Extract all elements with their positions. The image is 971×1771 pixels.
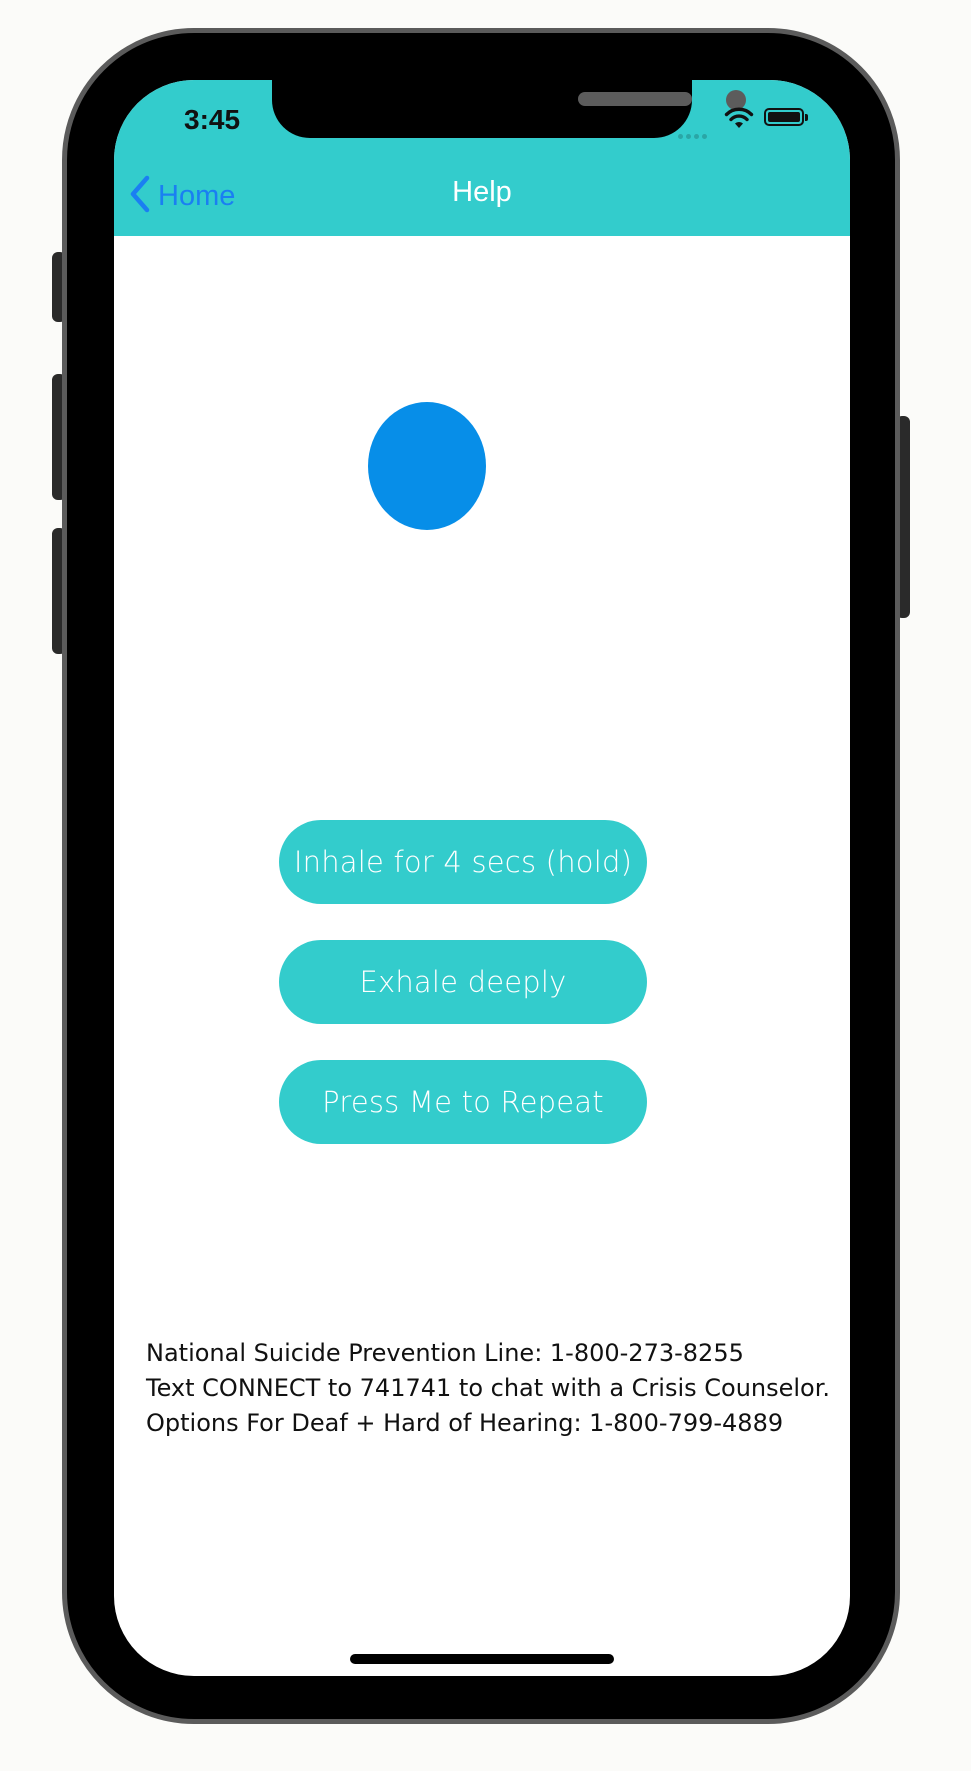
wifi-icon xyxy=(724,106,754,134)
helpline-info: National Suicide Prevention Line: 1-800-… xyxy=(146,1336,836,1441)
deaf-hearing-line: Options For Deaf + Hard of Hearing: 1-80… xyxy=(146,1409,784,1437)
exhale-button[interactable]: Exhale deeply xyxy=(279,940,647,1024)
signal-icon xyxy=(678,124,720,139)
device-stage: 3:45 Home Help Inhale for 4 secs (hold) … xyxy=(0,0,971,1771)
battery-icon xyxy=(764,108,808,126)
crisis-text-line: Text CONNECT to 741741 to chat with a Cr… xyxy=(146,1374,831,1402)
breathing-circle xyxy=(368,402,486,530)
navigation-bar: 3:45 Home Help xyxy=(114,80,850,236)
page-title: Help xyxy=(452,176,512,208)
suicide-prevention-line: National Suicide Prevention Line: 1-800-… xyxy=(146,1339,744,1367)
home-indicator[interactable] xyxy=(350,1654,614,1664)
inhale-button[interactable]: Inhale for 4 secs (hold) xyxy=(279,820,647,904)
app-screen: 3:45 Home Help Inhale for 4 secs (hold) … xyxy=(114,80,850,1676)
repeat-button[interactable]: Press Me to Repeat xyxy=(279,1060,647,1144)
speaker-grille xyxy=(578,92,692,106)
status-time: 3:45 xyxy=(184,104,241,135)
notch xyxy=(272,80,746,138)
